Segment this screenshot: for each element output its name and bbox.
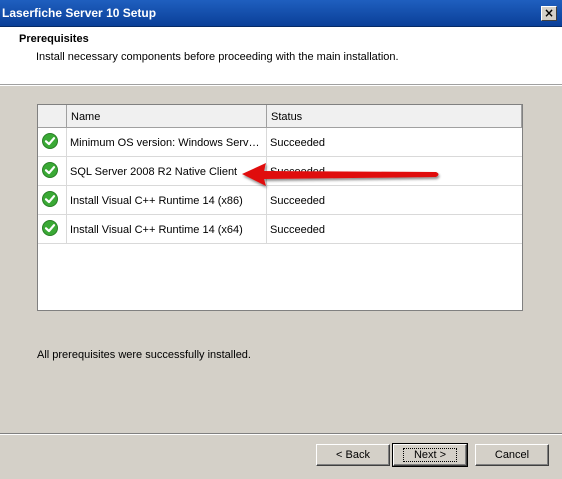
footer-divider-highlight <box>0 434 562 435</box>
table-row[interactable]: Install Visual C++ Runtime 14 (x64) Succ… <box>38 215 522 244</box>
column-divider <box>66 215 67 243</box>
header-divider <box>0 85 562 86</box>
page-heading: Prerequisites <box>19 33 89 45</box>
table-row[interactable]: Install Visual C++ Runtime 14 (x86) Succ… <box>38 186 522 215</box>
column-divider <box>66 157 67 185</box>
column-header-status[interactable]: Status <box>267 105 522 128</box>
column-divider <box>266 186 267 214</box>
column-header-name[interactable]: Name <box>67 105 267 128</box>
row-status: Succeeded <box>270 137 326 149</box>
column-header-icon[interactable] <box>38 105 67 128</box>
success-check-icon <box>42 133 58 149</box>
next-button[interactable]: Next > <box>392 443 468 467</box>
next-button-label: Next > <box>402 448 458 462</box>
status-message: All prerequisites were successfully inst… <box>37 349 251 361</box>
row-status: Succeeded <box>270 195 326 207</box>
page-subtitle: Install necessary components before proc… <box>36 51 399 63</box>
title-bar: Laserfiche Server 10 Setup × <box>0 0 562 27</box>
column-divider <box>266 215 267 243</box>
row-status: Succeeded <box>270 224 326 236</box>
column-divider <box>66 128 67 156</box>
success-check-icon <box>42 191 58 207</box>
back-button[interactable]: < Back <box>316 444 390 466</box>
row-name: Minimum OS version: Windows Server 2008 … <box>70 137 262 149</box>
close-button[interactable]: × <box>541 6 557 21</box>
row-name: Install Visual C++ Runtime 14 (x86) <box>70 195 243 207</box>
row-name: SQL Server 2008 R2 Native Client <box>70 166 238 178</box>
column-divider <box>266 128 267 156</box>
column-divider <box>66 186 67 214</box>
success-check-icon <box>42 220 58 236</box>
table-row[interactable]: Minimum OS version: Windows Server 2008 … <box>38 128 522 157</box>
row-name: Install Visual C++ Runtime 14 (x64) <box>70 224 243 236</box>
window-title: Laserfiche Server 10 Setup <box>2 6 157 20</box>
success-check-icon <box>42 162 58 178</box>
annotation-arrow-icon <box>242 163 439 186</box>
prerequisites-list[interactable]: Name Status Minimum OS version: Windows … <box>37 104 523 311</box>
header-panel: Prerequisites Install necessary componen… <box>0 27 562 85</box>
cancel-button[interactable]: Cancel <box>475 444 549 466</box>
